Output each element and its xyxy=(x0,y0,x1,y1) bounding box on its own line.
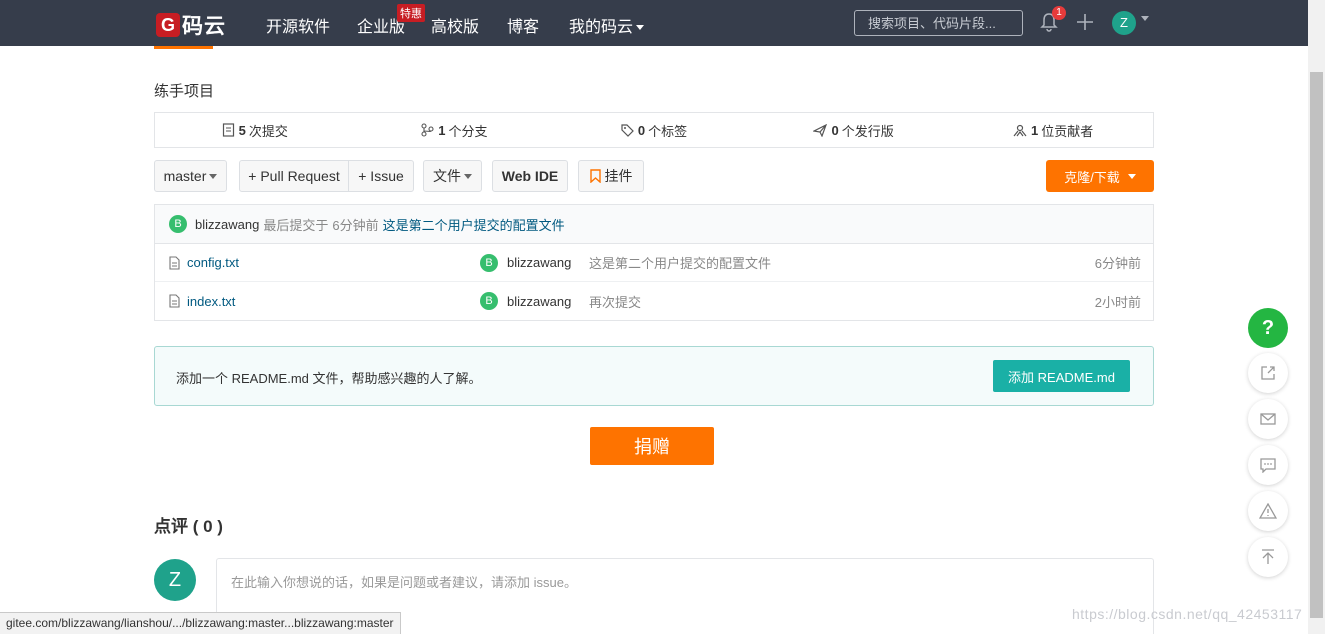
nav-link-open-source[interactable]: 开源软件 xyxy=(266,13,330,37)
file-row: config.txt B blizzawang 这是第二个用户提交的配置文件 6… xyxy=(155,244,1153,282)
file-icon xyxy=(169,256,180,270)
file-time: 2小时前 xyxy=(1094,294,1141,310)
contributor-icon xyxy=(1013,124,1027,136)
widget-button-label: 挂件 xyxy=(604,168,633,184)
file-name[interactable]: index.txt xyxy=(187,294,235,309)
search-input[interactable] xyxy=(854,10,1023,36)
branch-select-label: master xyxy=(163,168,207,184)
avatar: Z xyxy=(154,559,196,601)
branch-select[interactable]: master xyxy=(154,160,227,192)
nav-link-my-gitee[interactable]: 我的码云 xyxy=(569,13,645,37)
widget-button[interactable]: 挂件 xyxy=(578,160,644,192)
stat-tags-label: 个标签 xyxy=(648,123,688,139)
readme-prompt: 添加一个 README.md 文件，帮助感兴趣的人了解。 添加 README.m… xyxy=(154,346,1154,406)
file-icon xyxy=(169,294,180,308)
browser-status-bar: gitee.com/blizzawang/lianshou/.../blizza… xyxy=(0,612,401,634)
last-commit-header: B blizzawang 最后提交于 6分钟前 这是第二个用户提交的配置文件 xyxy=(155,205,1153,244)
chevron-down-icon xyxy=(636,25,645,31)
clone-download-label: 克隆/下载 xyxy=(1064,169,1120,185)
top-nav: G 码云 开源软件 企业版 特惠 高校版 博客 我的码云 1 Z xyxy=(0,0,1308,46)
stat-commits-label: 次提交 xyxy=(248,123,288,139)
notification-count: 1 xyxy=(1052,6,1066,20)
watermark: https://blog.csdn.net/qq_42453117 xyxy=(1072,606,1303,622)
tag-icon xyxy=(621,123,634,137)
chevron-down-icon xyxy=(464,173,472,179)
issue-button[interactable]: + Issue xyxy=(348,160,414,192)
logo-text: 码云 xyxy=(182,15,226,38)
last-commit-time: 6分钟前 xyxy=(332,217,379,233)
stat-tags[interactable]: 0 个标签 xyxy=(554,113,754,147)
stat-contributors-count: 1 xyxy=(1031,122,1039,138)
comments-title: 点评 ( 0 ) xyxy=(154,517,223,536)
clone-download-button[interactable]: 克隆/下载 xyxy=(1046,160,1154,192)
edit-icon[interactable] xyxy=(1248,353,1288,393)
release-icon xyxy=(813,123,828,137)
stat-branches-count: 1 xyxy=(438,122,446,138)
back-to-top-icon[interactable] xyxy=(1248,537,1288,577)
nav-link-blog[interactable]: 博客 xyxy=(507,13,539,37)
help-icon[interactable]: ? xyxy=(1248,308,1288,348)
avatar[interactable]: B xyxy=(480,253,498,272)
logo-mark: G xyxy=(156,13,180,37)
avatar[interactable]: B xyxy=(480,292,498,310)
stat-commits-count: 5 xyxy=(238,122,246,138)
mail-icon[interactable] xyxy=(1248,399,1288,439)
stat-releases[interactable]: 0 个发行版 xyxy=(754,113,954,147)
file-commit-message[interactable]: 这是第二个用户提交的配置文件 xyxy=(589,253,771,272)
warning-icon[interactable] xyxy=(1248,491,1288,531)
stat-branches-label: 个分支 xyxy=(448,123,488,139)
last-commit-prefix: 最后提交于 xyxy=(263,217,329,233)
chat-icon[interactable] xyxy=(1248,445,1288,485)
file-list: B blizzawang 最后提交于 6分钟前 这是第二个用户提交的配置文件 c… xyxy=(154,204,1154,321)
nav-link-my-gitee-label: 我的码云 xyxy=(569,19,634,36)
web-ide-button[interactable]: Web IDE xyxy=(492,160,568,192)
avatar[interactable]: B xyxy=(169,215,187,233)
donate-button[interactable]: 捐赠 xyxy=(590,427,714,465)
chevron-down-icon xyxy=(209,173,218,179)
file-menu-button[interactable]: 文件 xyxy=(423,160,482,192)
chevron-down-icon xyxy=(1127,173,1136,179)
file-commit-message[interactable]: 再次提交 xyxy=(589,292,641,311)
hot-badge: 特惠 xyxy=(397,4,425,22)
stat-commits[interactable]: 5 次提交 xyxy=(155,113,355,147)
commit-icon xyxy=(222,123,234,137)
plus-icon[interactable] xyxy=(1076,13,1094,34)
repo-stats-bar: 5 次提交 1 个分支 0 个标签 0 个发行版 1 位贡献者 xyxy=(154,112,1154,148)
bookmark-icon xyxy=(589,169,601,183)
chevron-down-icon[interactable] xyxy=(1141,16,1149,21)
file-author[interactable]: blizzawang xyxy=(507,255,571,270)
last-commit-message[interactable]: 这是第二个用户提交的配置文件 xyxy=(383,215,565,234)
file-author[interactable]: blizzawang xyxy=(507,294,571,309)
pull-request-button[interactable]: + Pull Request xyxy=(239,160,349,192)
file-row: index.txt B blizzawang 再次提交 2小时前 xyxy=(155,282,1153,320)
stat-releases-label: 个发行版 xyxy=(841,123,894,139)
branch-icon xyxy=(421,123,434,137)
logo[interactable]: G 码云 xyxy=(156,10,226,40)
file-time: 6分钟前 xyxy=(1094,256,1141,271)
readme-prompt-text: 添加一个 README.md 文件，帮助感兴趣的人了解。 xyxy=(176,371,482,386)
user-avatar[interactable]: Z xyxy=(1112,11,1136,35)
file-menu-label: 文件 xyxy=(433,168,461,184)
repo-description: 练手项目 xyxy=(154,83,215,100)
stat-tags-count: 0 xyxy=(637,122,646,138)
help-icon-label: ? xyxy=(1261,316,1275,339)
stat-contributors-label: 位贡献者 xyxy=(1041,123,1094,139)
add-readme-button[interactable]: 添加 README.md xyxy=(993,360,1130,392)
active-nav-indicator xyxy=(154,46,213,49)
stat-contributors[interactable]: 1 位贡献者 xyxy=(953,113,1153,147)
last-commit-author[interactable]: blizzawang xyxy=(195,217,259,232)
nav-link-university[interactable]: 高校版 xyxy=(431,13,479,37)
scrollbar-thumb[interactable] xyxy=(1310,72,1323,618)
file-name[interactable]: config.txt xyxy=(187,255,239,270)
stat-branches[interactable]: 1 个分支 xyxy=(355,113,555,147)
stat-releases-count: 0 xyxy=(831,122,839,138)
